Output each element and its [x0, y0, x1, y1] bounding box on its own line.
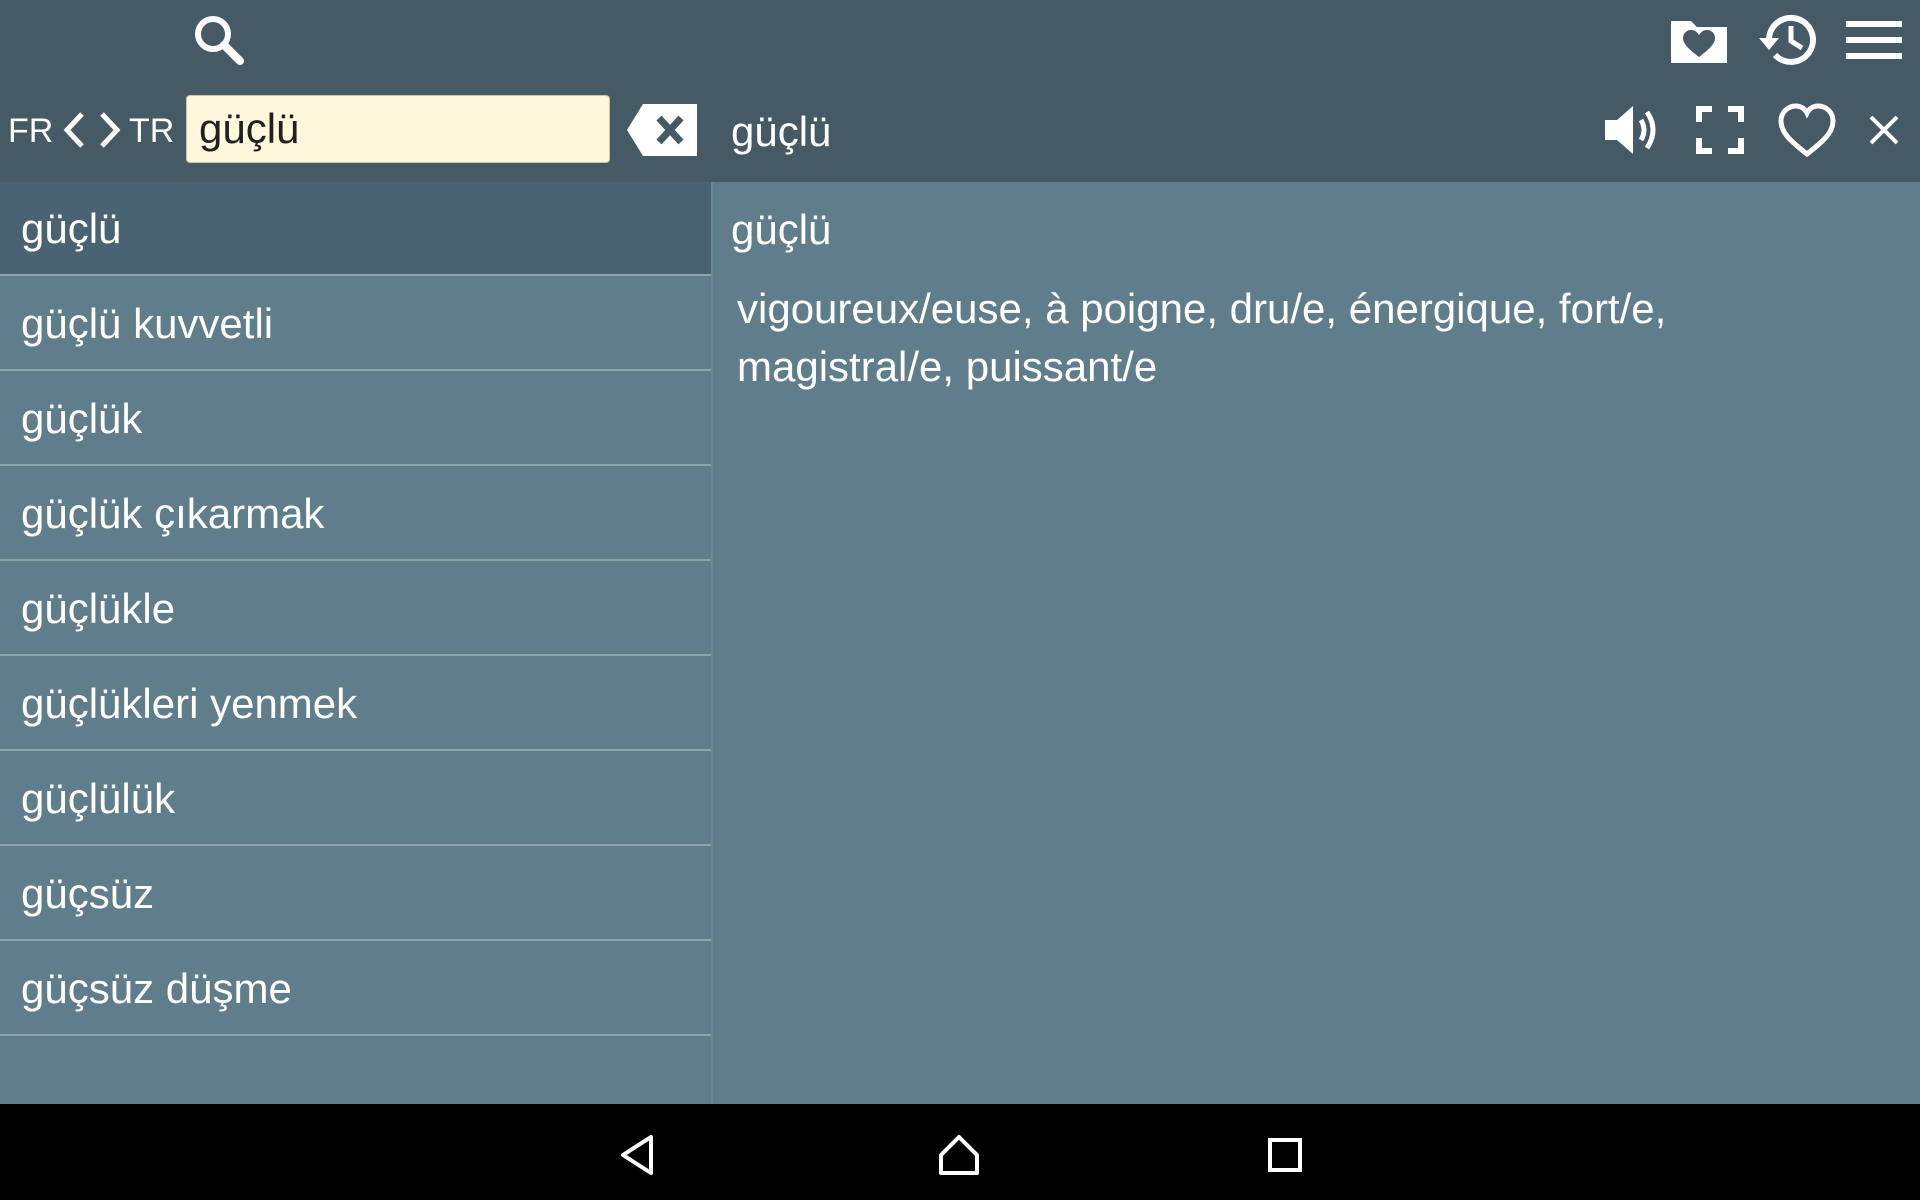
list-item[interactable]: güçlülük: [0, 752, 711, 846]
list-item[interactable]: güçsüz düşme: [0, 942, 711, 1036]
entry-translation: vigoureux/euse, à poigne, dru/e, énergiq…: [737, 285, 1667, 390]
current-word-title: güçlü: [731, 108, 832, 155]
entry-headword: güçlü: [731, 206, 832, 253]
search-input[interactable]: [186, 95, 610, 163]
favorites-folder-icon[interactable]: [1666, 12, 1732, 68]
list-item[interactable]: güçsüz: [0, 847, 711, 941]
list-item[interactable]: güçlükle: [0, 562, 711, 656]
source-language-label[interactable]: FR: [8, 111, 53, 151]
results-list: güçlü güçlü kuvvetli güçlük güçlük çıkarmak…: [0, 182, 711, 1104]
fullscreen-icon[interactable]: [1694, 104, 1746, 156]
chevron-right-icon[interactable]: [96, 110, 124, 150]
heart-outline-icon[interactable]: [1776, 100, 1838, 160]
back-icon[interactable]: [612, 1130, 662, 1180]
home-icon[interactable]: [934, 1130, 984, 1180]
target-language-label[interactable]: TR: [129, 111, 174, 151]
list-item[interactable]: güçlük: [0, 372, 711, 466]
list-item[interactable]: güçlük çıkarmak: [0, 467, 711, 561]
menu-icon[interactable]: [1843, 14, 1905, 66]
search-icon[interactable]: [188, 10, 248, 70]
close-icon[interactable]: [1866, 112, 1902, 148]
list-item[interactable]: güçlü kuvvetli: [0, 277, 711, 371]
history-icon[interactable]: [1755, 10, 1819, 70]
list-item[interactable]: güçlü: [0, 182, 711, 276]
recents-icon[interactable]: [1260, 1130, 1310, 1180]
clear-search-icon[interactable]: [627, 102, 699, 158]
list-item[interactable]: güçlükleri yenmek: [0, 657, 711, 751]
chevron-left-icon[interactable]: [60, 110, 88, 150]
speaker-icon[interactable]: [1600, 100, 1664, 160]
